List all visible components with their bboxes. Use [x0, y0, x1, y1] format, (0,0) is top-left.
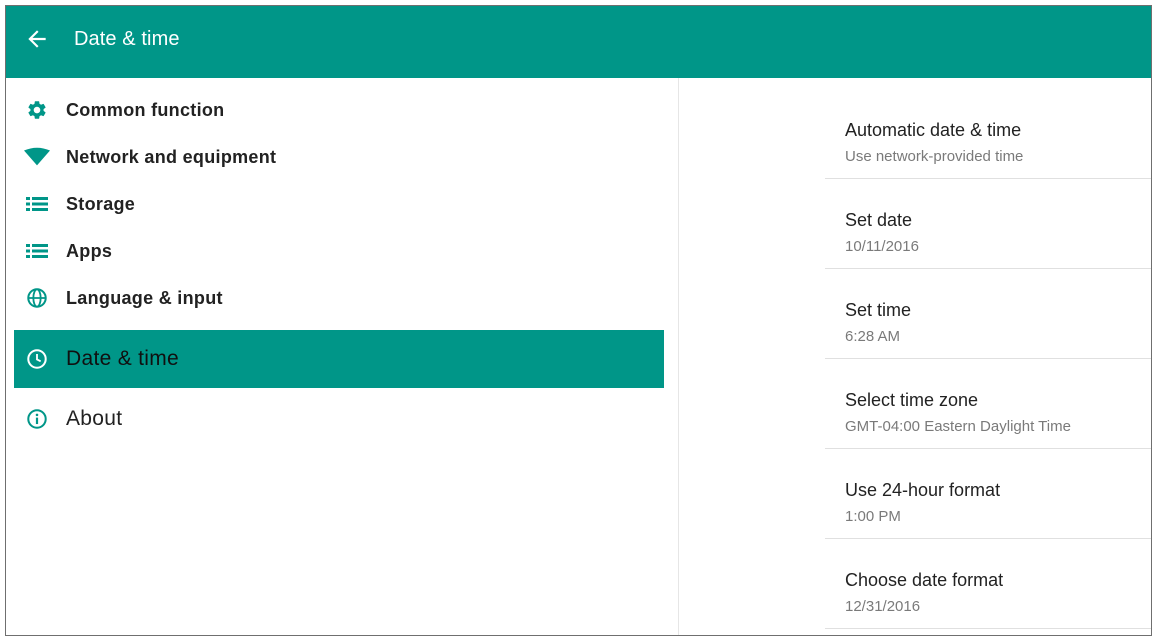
sidebar-item-label: Storage: [66, 193, 136, 214]
setting-title: Choose date format: [845, 570, 1004, 590]
sidebar-item-about[interactable]: About: [14, 390, 664, 448]
sidebar-item-language-input[interactable]: Language & input: [14, 278, 664, 318]
list-icon: [24, 238, 50, 264]
sidebar-item-label: Date & time: [66, 347, 180, 370]
setting-choose-date-format[interactable]: Choose date format 12/31/2016: [825, 538, 1151, 629]
sidebar-item-apps[interactable]: Apps: [14, 231, 664, 271]
sidebar-item-label: Language & input: [66, 287, 223, 308]
arrow-back-icon[interactable]: [24, 26, 50, 52]
settings-panel: Automatic date & time Use network-provid…: [679, 78, 1151, 635]
setting-use-24-hour-format[interactable]: Use 24-hour format 1:00 PM: [825, 448, 1151, 539]
list-icon: [24, 191, 50, 217]
setting-subtitle: 6:28 AM: [845, 328, 901, 345]
setting-automatic-date-time[interactable]: Automatic date & time Use network-provid…: [825, 88, 1151, 179]
page-title: Date & time: [74, 28, 180, 50]
setting-subtitle: 10/11/2016: [845, 238, 919, 255]
globe-icon: [24, 285, 50, 311]
wifi-icon: [24, 144, 50, 170]
info-icon: [24, 406, 50, 432]
setting-title: Select time zone: [845, 390, 979, 410]
setting-title: Set date: [845, 210, 913, 230]
setting-set-time[interactable]: Set time 6:28 AM: [825, 268, 1151, 359]
sidebar-item-date-time[interactable]: Date & time: [14, 330, 664, 388]
setting-title: Use 24-hour format: [845, 480, 1001, 500]
app-bar: Date & time: [6, 6, 1151, 78]
sidebar-item-storage[interactable]: Storage: [14, 184, 664, 224]
sidebar-item-label: Common function: [66, 99, 225, 120]
settings-window: Date & time Common function Network and …: [5, 5, 1152, 636]
sidebar-item-network[interactable]: Network and equipment: [14, 137, 664, 177]
sidebar-item-common-function[interactable]: Common function: [14, 90, 664, 130]
sidebar-item-label: Network and equipment: [66, 146, 277, 167]
setting-title: Set time: [845, 300, 912, 320]
sidebar-item-label: Apps: [66, 240, 113, 261]
setting-title: Automatic date & time: [845, 120, 1022, 140]
setting-subtitle: 1:00 PM: [845, 508, 901, 525]
sidebar: Common function Network and equipment St…: [6, 78, 679, 635]
gear-icon: [24, 97, 50, 123]
clock-icon: [24, 346, 50, 372]
sidebar-item-label: About: [66, 407, 123, 430]
setting-subtitle: Use network-provided time: [845, 148, 1024, 165]
setting-subtitle: GMT-04:00 Eastern Daylight Time: [845, 418, 1071, 435]
setting-set-date[interactable]: Set date 10/11/2016: [825, 178, 1151, 269]
setting-subtitle: 12/31/2016: [845, 598, 921, 615]
setting-select-time-zone[interactable]: Select time zone GMT-04:00 Eastern Dayli…: [825, 358, 1151, 449]
